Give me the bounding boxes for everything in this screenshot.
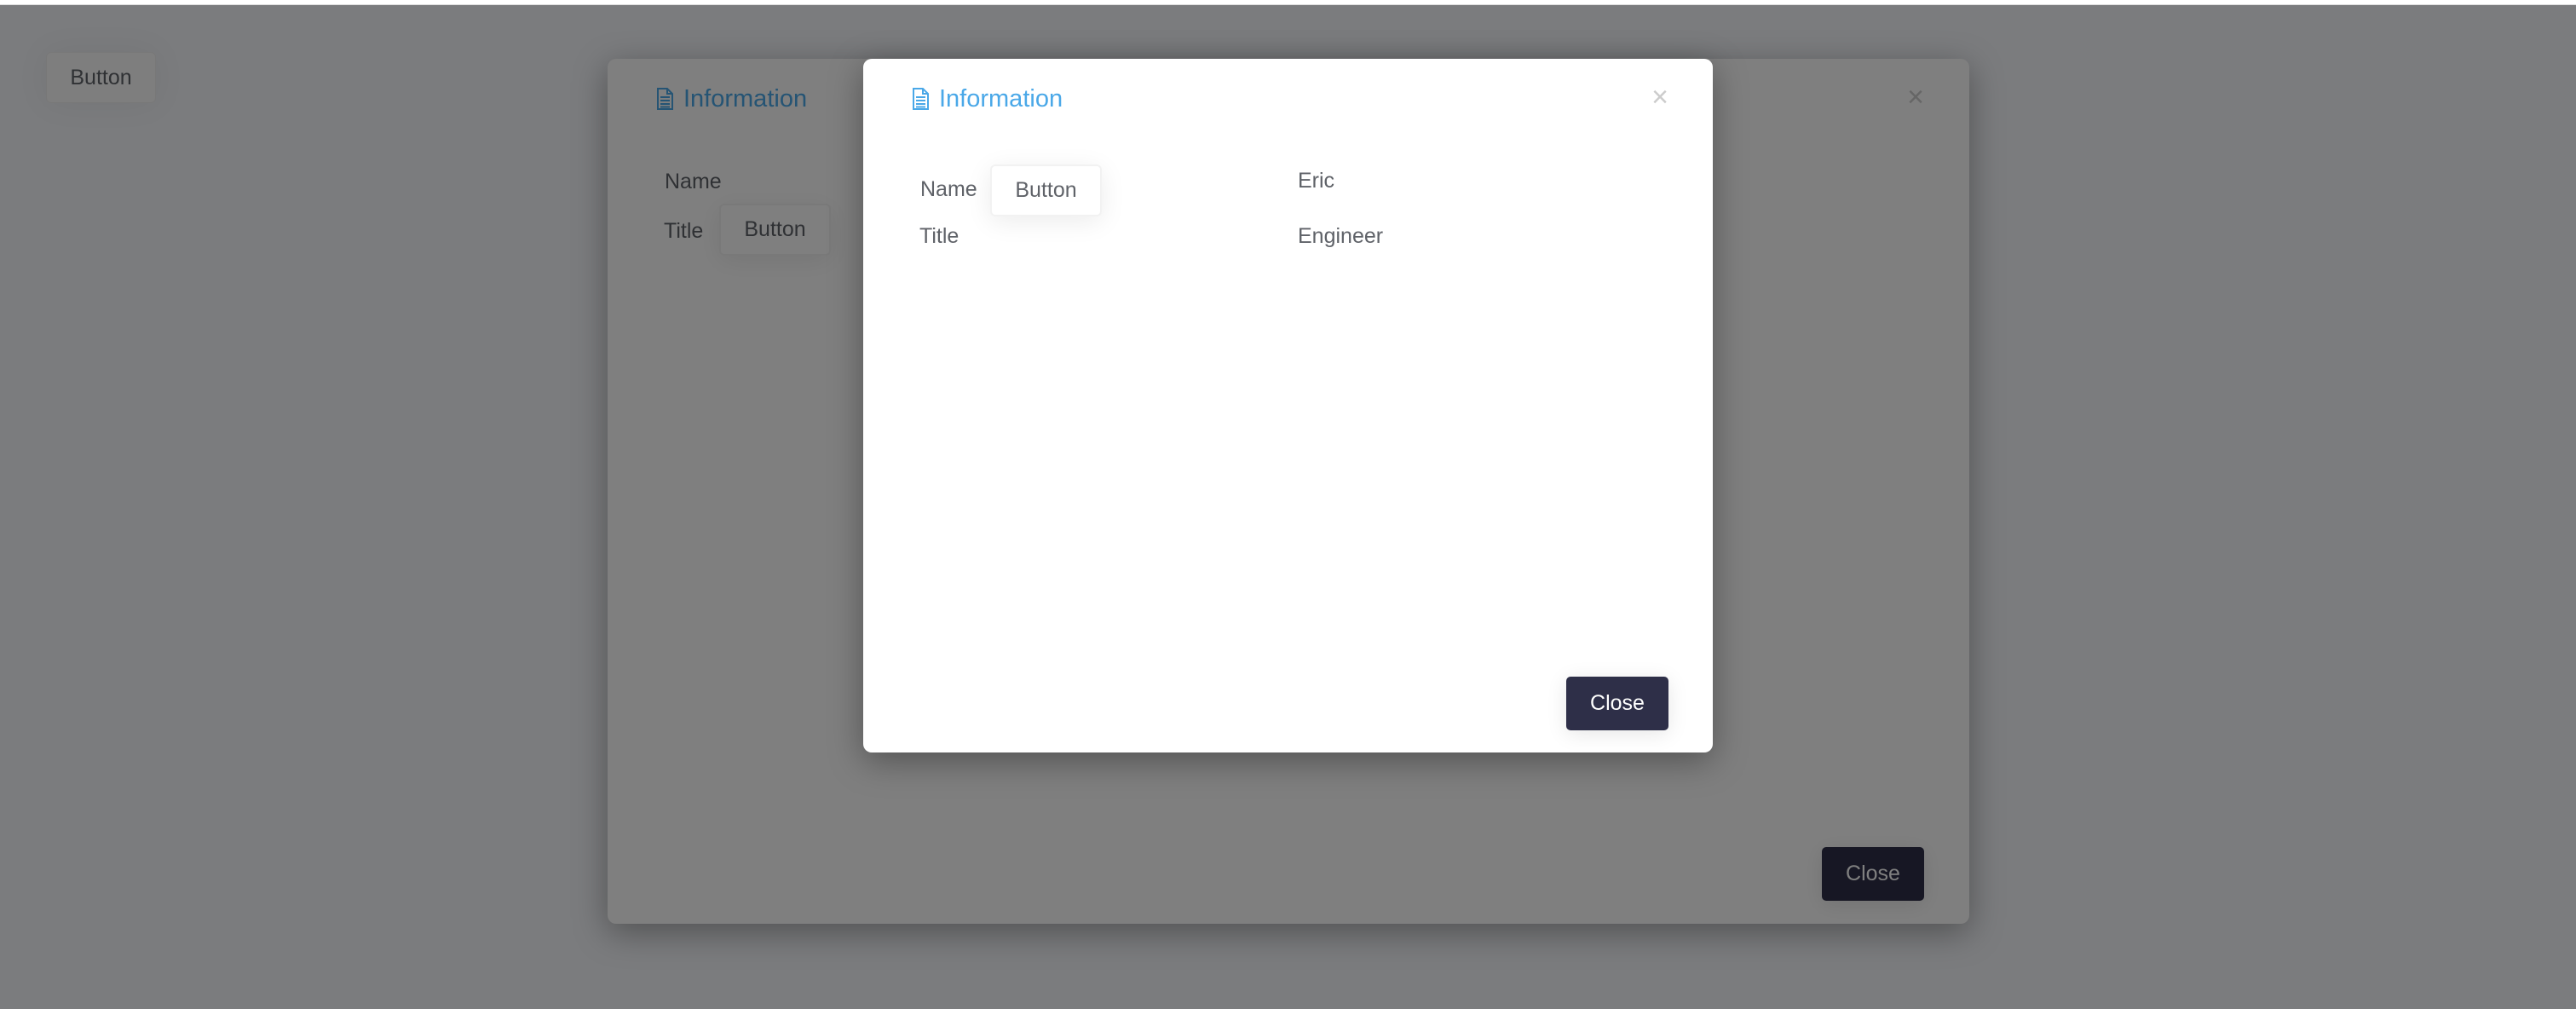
modal-front-title: Information xyxy=(912,84,1063,112)
inner-button[interactable]: Button xyxy=(990,164,1102,216)
field-label-name: Name xyxy=(920,177,977,201)
field-value-name: Eric xyxy=(1298,169,1335,193)
field-value-title: Engineer xyxy=(1298,224,1384,248)
document-icon xyxy=(912,88,929,110)
close-icon[interactable]: × xyxy=(1647,83,1673,112)
field-label-title: Title xyxy=(919,224,960,248)
close-button[interactable]: Close xyxy=(1566,677,1668,730)
modal-front: Information × Name Button Eric Title Eng… xyxy=(863,59,1713,752)
modal-front-title-text: Information xyxy=(939,84,1063,112)
